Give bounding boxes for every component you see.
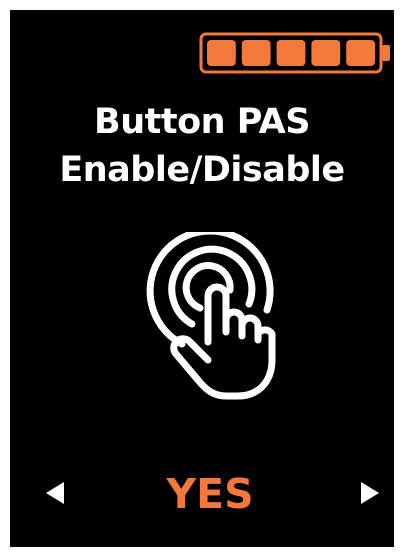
- page-title-line-2: Enable/Disable: [59, 150, 345, 190]
- battery-segment: [346, 40, 375, 66]
- battery-icon: [199, 32, 393, 74]
- right-arrow-icon[interactable]: [359, 480, 381, 506]
- battery-segment: [207, 40, 236, 66]
- selected-value[interactable]: YES: [120, 468, 300, 520]
- touch-gesture-icon: [142, 227, 278, 400]
- battery-segment: [276, 40, 306, 66]
- battery-segment: [311, 40, 341, 66]
- left-arrow-icon[interactable]: [44, 480, 66, 506]
- battery-segment: [241, 40, 271, 66]
- page-title-line-1: Button PAS: [94, 102, 310, 142]
